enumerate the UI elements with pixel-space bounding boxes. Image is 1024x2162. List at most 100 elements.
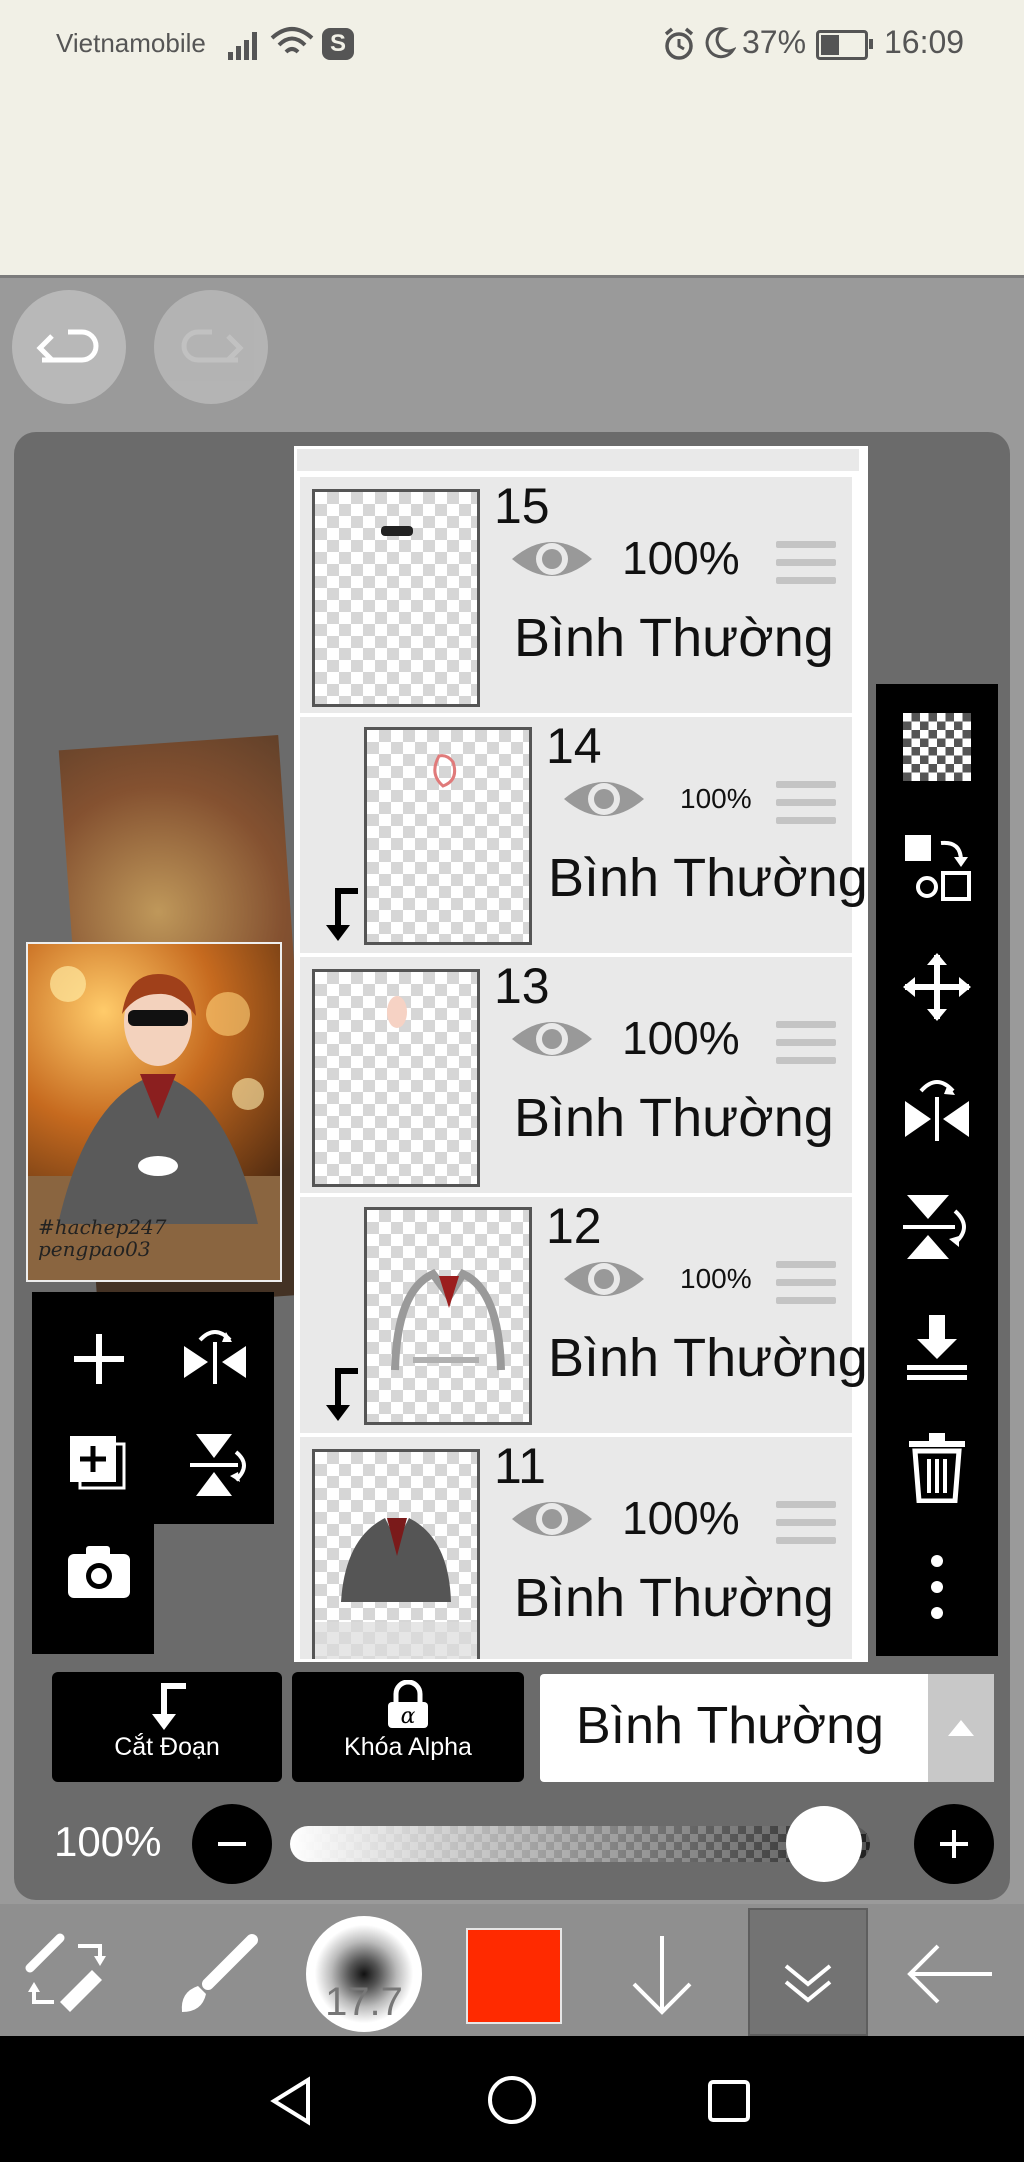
- add-layer-button[interactable]: [56, 1316, 142, 1402]
- blend-mode-value: Bình Thường: [576, 1697, 884, 1755]
- flip-horizontal-layer-button[interactable]: [896, 1066, 978, 1148]
- visibility-eye-icon[interactable]: [562, 1253, 646, 1305]
- visibility-eye-icon[interactable]: [562, 773, 646, 825]
- double-chevron-down-icon: [784, 1964, 832, 2003]
- flip-horizontal-button[interactable]: [172, 1316, 258, 1402]
- artwork-signature: #hachep247 pengpao03: [38, 1215, 167, 1261]
- drag-handle-icon[interactable]: [776, 1261, 836, 1311]
- brush-size-value: 17.7: [325, 1980, 403, 2024]
- paintbrush-icon: [181, 1934, 258, 2012]
- layer-number: 12: [546, 1198, 602, 1254]
- layer-thumbnail[interactable]: [312, 489, 480, 707]
- flip-horizontal-icon: [184, 1330, 246, 1384]
- layer-row[interactable]: 14 100% Bình Thường: [300, 717, 865, 957]
- flip-vertical-button[interactable]: [172, 1422, 258, 1508]
- layer-opacity: 100%: [622, 1492, 740, 1544]
- layer-opacity: 100%: [622, 1012, 740, 1064]
- opacity-decrease-button[interactable]: [192, 1804, 272, 1884]
- battery-icon: [816, 30, 873, 60]
- clipping-button[interactable]: Cắt Đoạn: [52, 1672, 282, 1782]
- undo-button[interactable]: [12, 290, 126, 404]
- layer-content: [387, 996, 407, 1028]
- layer-row[interactable]: 12 100% Bình Thường: [300, 1197, 865, 1437]
- drag-handle-icon[interactable]: [776, 781, 836, 831]
- undo-icon: [36, 329, 99, 363]
- flip-vertical-icon: [903, 1195, 966, 1259]
- layer-number: 14: [546, 718, 602, 774]
- transparency-button[interactable]: [896, 706, 978, 788]
- flip-vertical-icon: [190, 1434, 246, 1496]
- checkerboard-icon: [903, 713, 971, 781]
- battery-percent: 37%: [742, 24, 807, 60]
- drag-handle-icon[interactable]: [776, 1021, 836, 1071]
- brush-eraser-swap-icon: [25, 1933, 106, 2012]
- camera-icon: [68, 1546, 130, 1598]
- layer-thumbnail[interactable]: [312, 969, 480, 1187]
- back-button[interactable]: [902, 1926, 998, 2022]
- app-notification-icon: S: [322, 28, 354, 60]
- left-tool-panel: [32, 1292, 274, 1654]
- merge-down-button[interactable]: [896, 1306, 978, 1388]
- layer-opacity: 100%: [680, 1263, 752, 1294]
- drag-handle-icon[interactable]: [776, 541, 836, 591]
- layer-list-top-edge: [297, 449, 859, 475]
- layer-row[interactable]: 15 100% Bình Thường: [300, 477, 852, 717]
- plus-icon: [940, 1830, 968, 1858]
- layer-blend-mode: Bình Thường: [514, 608, 834, 668]
- layer-thumbnail[interactable]: [364, 727, 532, 945]
- wifi-icon: [270, 27, 314, 54]
- layer-row[interactable]: 13 100% Bình Thường: [300, 957, 852, 1197]
- blend-mode-dropdown-button[interactable]: [928, 1674, 994, 1782]
- right-tool-panel: [876, 684, 998, 1656]
- brush-eraser-toggle-button[interactable]: [20, 1926, 116, 2022]
- panel-gap: [154, 1524, 274, 1654]
- nav-back-icon[interactable]: [268, 2076, 316, 2126]
- nav-recents-icon[interactable]: [706, 2078, 752, 2124]
- bottom-toolbar: 17.7: [0, 1904, 1024, 2036]
- layers-button[interactable]: [748, 1908, 868, 2036]
- layers-panel[interactable]: 15 100% Bình Thường 14 100% Bình Thường …: [294, 446, 868, 1662]
- opacity-slider-thumb[interactable]: [785, 1806, 862, 1882]
- layer-opacity-label: 100%: [54, 1818, 162, 1865]
- canvas-preview-thumbnail[interactable]: #hachep247 pengpao03: [26, 942, 282, 1282]
- layer-content: [433, 754, 457, 788]
- layer-opacity: 100%: [622, 532, 740, 584]
- trash-icon: [909, 1433, 965, 1503]
- visibility-eye-icon[interactable]: [510, 1013, 594, 1065]
- clipping-label: Cắt Đoạn: [114, 1733, 220, 1761]
- alpha-lock-button[interactable]: α Khóa Alpha: [292, 1672, 524, 1782]
- lock-icon: α: [388, 1680, 428, 1729]
- layer-down-button[interactable]: [614, 1926, 710, 2022]
- visibility-eye-icon[interactable]: [510, 1493, 594, 1545]
- layer-row[interactable]: 11 100% Bình Thường: [300, 1437, 852, 1659]
- layer-blend-mode: Bình Thường: [548, 848, 868, 908]
- visibility-eye-icon[interactable]: [510, 533, 594, 585]
- color-swatch-button[interactable]: [466, 1928, 562, 2024]
- opacity-slider[interactable]: [290, 1826, 870, 1862]
- redo-button[interactable]: [154, 290, 268, 404]
- nav-home-icon[interactable]: [486, 2074, 538, 2126]
- redo-icon: [181, 329, 244, 363]
- drag-handle-icon[interactable]: [776, 1501, 836, 1551]
- layer-number: 11: [494, 1438, 546, 1494]
- delete-layer-button[interactable]: [896, 1426, 978, 1508]
- flip-vertical-layer-button[interactable]: [896, 1186, 978, 1268]
- more-options-button[interactable]: [896, 1546, 978, 1628]
- duplicate-layer-button[interactable]: [56, 1422, 142, 1508]
- brush-size-button[interactable]: 17.7: [306, 1916, 422, 2032]
- system-navigation-bar: [0, 2036, 1024, 2162]
- camera-button[interactable]: [56, 1528, 142, 1614]
- layer-opacity: 100%: [680, 783, 752, 814]
- svg-text:α: α: [401, 1704, 416, 1729]
- status-bar: Vietnamobile S 37% 16:09: [0, 0, 1024, 278]
- layer-blend-mode: Bình Thường: [548, 1328, 868, 1388]
- move-tool-button[interactable]: [896, 946, 978, 1028]
- duplicate-layer-icon: [70, 1436, 126, 1490]
- move-layer-content-button[interactable]: [896, 826, 978, 908]
- layer-thumbnail[interactable]: [312, 1449, 480, 1659]
- layer-thumbnail[interactable]: [364, 1207, 532, 1425]
- swap-layers-icon: [905, 835, 971, 901]
- brush-tool-button[interactable]: [168, 1926, 264, 2022]
- blend-mode-select[interactable]: Bình Thường: [540, 1674, 994, 1782]
- opacity-increase-button[interactable]: [914, 1804, 994, 1884]
